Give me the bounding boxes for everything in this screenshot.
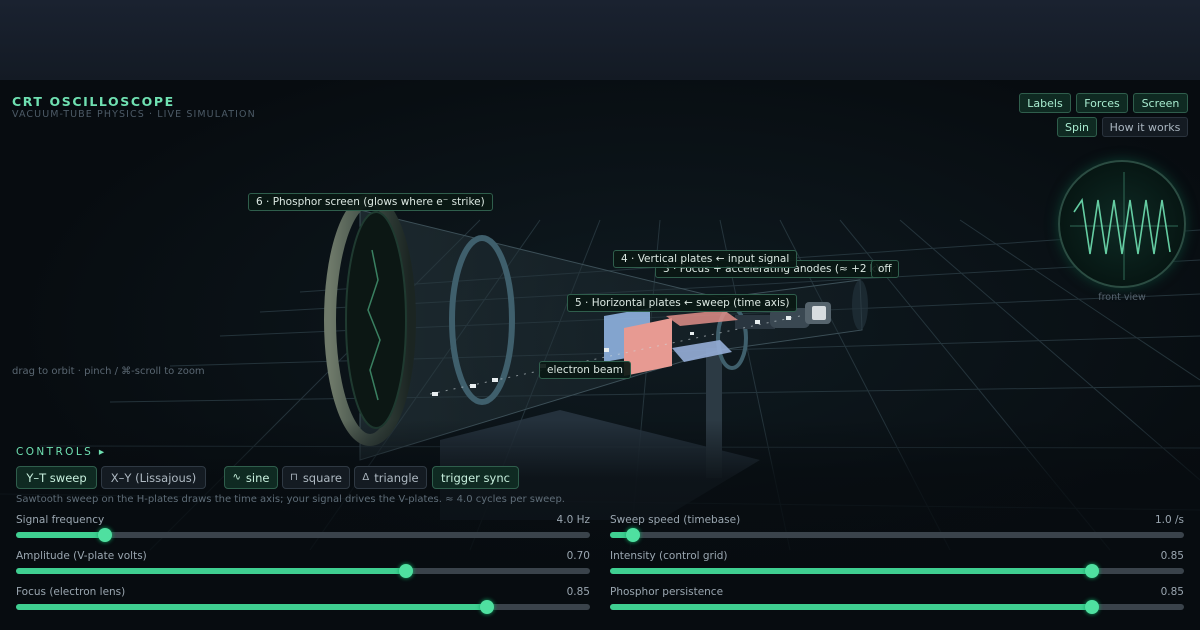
mode-description: Sawtooth sweep on the H-plates draws the… — [16, 494, 565, 505]
slider-signal-frequency[interactable] — [16, 528, 590, 542]
vertical-plate-front — [624, 318, 672, 376]
wave-triangle-button[interactable]: Δ triangle — [354, 466, 427, 489]
slider-fill — [610, 604, 1093, 610]
orbit-hint: drag to orbit · pinch / ⌘-scroll to zoom — [12, 366, 205, 377]
slider-label-phosphor-persistence: Phosphor persistence — [610, 586, 724, 598]
wave-sine-button[interactable]: ∿ sine — [224, 466, 278, 489]
label-electron-beam[interactable]: electron beam — [539, 361, 632, 379]
wave-sine-label: sine — [245, 470, 270, 485]
slider-value-phosphor-persistence: 0.85 — [1160, 586, 1184, 598]
triangle-wave-icon: Δ — [362, 472, 370, 483]
slider-fill — [16, 604, 487, 610]
slider-label-signal-frequency: Signal frequency — [16, 514, 105, 526]
front-view-label: front view — [1098, 292, 1146, 303]
tube-neck-end — [852, 280, 868, 330]
app-subtitle: VACUUM-TUBE PHYSICS · LIVE SIMULATION — [12, 109, 256, 120]
slider-amplitude-v-plate-volts[interactable] — [16, 564, 590, 578]
slider-value-amplitude-v-plate-volts: 0.70 — [566, 550, 590, 562]
slider-fill — [16, 568, 407, 574]
front-view-scope — [1058, 160, 1186, 288]
slider-fill — [16, 532, 105, 538]
label-vertical-plates[interactable]: 4 · Vertical plates ← input signal — [613, 250, 798, 268]
how-it-works-button[interactable]: How it works — [1102, 117, 1188, 137]
mode-yt-sweep-button[interactable]: Y–T sweep — [16, 466, 97, 489]
screen-toggle-button[interactable]: Screen — [1133, 93, 1188, 113]
front-view-trace — [1070, 172, 1178, 280]
label-anodes-suffix: off — [871, 260, 899, 278]
slider-thumb[interactable] — [479, 600, 494, 614]
slider-thumb[interactable] — [97, 528, 112, 542]
slider-label-amplitude-v-plate-volts: Amplitude (V-plate volts) — [16, 550, 147, 562]
slider-thumb[interactable] — [625, 528, 640, 542]
app-title: CRT OSCILLOSCOPE — [12, 94, 175, 109]
controls-heading[interactable]: CONTROLS ▸ — [16, 446, 107, 458]
square-wave-icon: ⊓ — [290, 472, 298, 483]
forces-toggle-button[interactable]: Forces — [1076, 93, 1128, 113]
spin-toggle-button[interactable]: Spin — [1057, 117, 1097, 137]
wave-triangle-label: triangle — [374, 470, 419, 485]
slider-value-focus-electron-lens: 0.85 — [566, 586, 590, 598]
wave-square-button[interactable]: ⊓ square — [282, 466, 350, 489]
phosphor-screen — [345, 211, 407, 429]
label-phosphor-screen[interactable]: 6 · Phosphor screen (glows where e⁻ stri… — [248, 193, 493, 211]
slider-label-intensity-control-grid: Intensity (control grid) — [610, 550, 728, 562]
slider-label-focus-electron-lens: Focus (electron lens) — [16, 586, 126, 598]
slider-value-signal-frequency: 4.0 Hz — [556, 514, 590, 526]
slider-label-sweep-speed-timebase: Sweep speed (timebase) — [610, 514, 741, 526]
label-horizontal-plates[interactable]: 5 · Horizontal plates ← sweep (time axis… — [567, 294, 798, 312]
controls-backdrop — [0, 420, 1200, 630]
slider-focus-electron-lens[interactable] — [16, 600, 590, 614]
slider-value-intensity-control-grid: 0.85 — [1160, 550, 1184, 562]
top-band — [0, 0, 1200, 80]
slider-intensity-control-grid[interactable] — [610, 564, 1184, 578]
sine-wave-icon: ∿ — [232, 472, 241, 483]
labels-toggle-button[interactable]: Labels — [1019, 93, 1071, 113]
wave-square-label: square — [302, 470, 342, 485]
mode-xy-lissajous-button[interactable]: X–Y (Lissajous) — [101, 466, 206, 489]
slider-value-sweep-speed-timebase: 1.0 /s — [1154, 514, 1184, 526]
slider-phosphor-persistence[interactable] — [610, 600, 1184, 614]
slider-sweep-speed-timebase[interactable] — [610, 528, 1184, 542]
slider-fill — [610, 568, 1093, 574]
trigger-sync-button[interactable]: trigger sync — [432, 466, 519, 489]
